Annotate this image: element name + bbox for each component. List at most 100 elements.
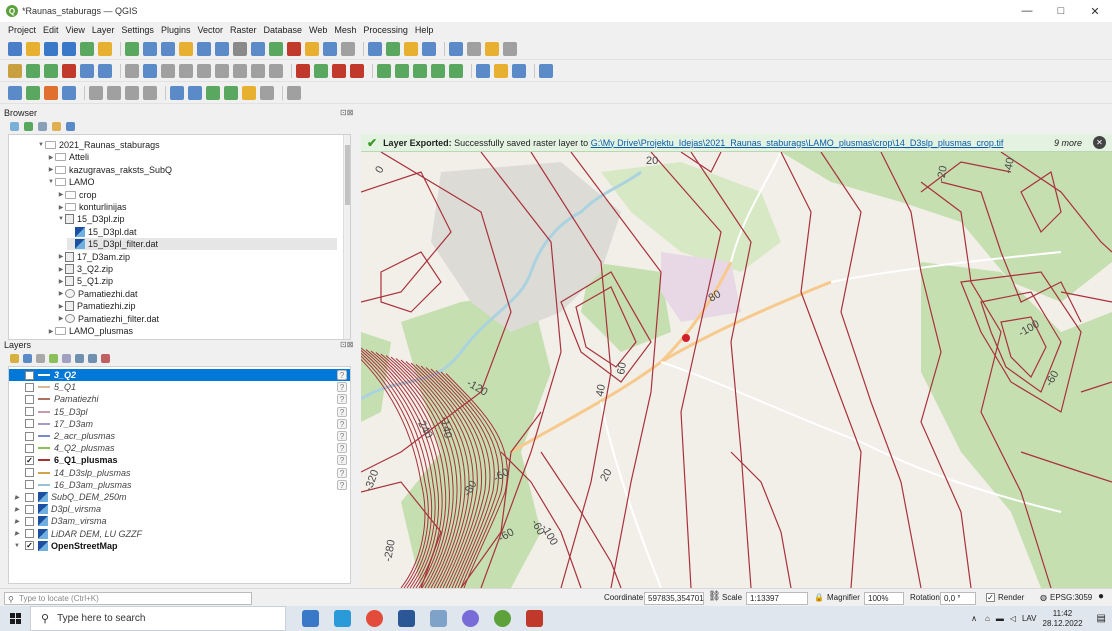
chevron-right-icon[interactable]: ▶ — [13, 518, 21, 525]
browser-item[interactable]: 15_D3pl.dat — [67, 226, 337, 238]
toolbar-tool-icon[interactable] — [413, 63, 427, 78]
locator-input[interactable]: ⚲ Type to locate (Ctrl+K) — [4, 592, 252, 605]
toolbar-tool-icon[interactable] — [62, 41, 76, 56]
browser-item[interactable]: ▼ 2021_Raunas_staburags — [37, 139, 337, 151]
chevron-right-icon[interactable]: ▶ — [47, 166, 55, 173]
chevron-right-icon[interactable]: ▶ — [57, 315, 65, 322]
toolbar-tool-icon[interactable] — [98, 41, 112, 56]
menu-database[interactable]: Database — [264, 25, 303, 35]
chevron-down-icon[interactable]: ▼ — [57, 216, 65, 222]
toolbar-tool-icon[interactable] — [512, 63, 526, 78]
unknown-crs-icon[interactable]: ? — [337, 431, 347, 441]
browser-item[interactable]: ▶ konturlinijas — [57, 201, 337, 213]
menu-raster[interactable]: Raster — [230, 25, 257, 35]
layer-row[interactable]: 17_D3am? — [9, 418, 350, 430]
filter-expression-icon[interactable] — [62, 354, 71, 363]
layer-visibility-checkbox[interactable] — [25, 443, 34, 453]
layer-visibility-checkbox[interactable] — [25, 529, 34, 539]
menu-settings[interactable]: Settings — [121, 25, 154, 35]
chevron-right-icon[interactable]: ▶ — [47, 328, 55, 335]
collapse-all-icon[interactable] — [88, 354, 97, 363]
toolbar-tool-icon[interactable] — [233, 41, 247, 56]
layer-visibility-checkbox[interactable]: ✓ — [25, 455, 34, 465]
toolbar-tool-icon[interactable] — [224, 85, 238, 100]
layer-row[interactable]: 14_D3slp_plusmas? — [9, 467, 350, 479]
layer-row[interactable]: ▶ LiDAR DEM, LU GZZF — [9, 528, 350, 540]
toolbar-tool-icon[interactable] — [251, 41, 265, 56]
collapse-icon[interactable] — [52, 122, 61, 131]
toolbar-tool-icon[interactable] — [26, 41, 40, 56]
extents-toggle-icon[interactable]: ⛓ — [708, 591, 721, 602]
toolbar-tool-icon[interactable] — [8, 85, 22, 100]
lock-icon[interactable]: 🔒 — [814, 593, 824, 602]
notifications-icon[interactable]: ▤ — [1097, 613, 1106, 624]
message-path-link[interactable]: G:\My Drive\Projektu_Idejas\2021_Raunas_… — [591, 138, 1004, 148]
toolbar-tool-icon[interactable] — [350, 63, 364, 78]
browser-item[interactable]: ▶ Pamatiezhi.dat — [57, 288, 337, 300]
filter-icon[interactable] — [38, 122, 47, 131]
browser-item[interactable]: ▶ 17_D3am.zip — [57, 251, 337, 263]
toolbar-tool-icon[interactable] — [503, 41, 517, 56]
tray-chevron-icon[interactable]: ∧ — [971, 614, 977, 623]
layer-visibility-checkbox[interactable] — [25, 394, 34, 404]
crs-button[interactable]: EPSG:3059 — [1050, 593, 1092, 602]
unknown-crs-icon[interactable]: ? — [337, 479, 347, 490]
layer-row[interactable]: 16_D3am_plusmas? — [9, 479, 350, 491]
toolbar-tool-icon[interactable] — [269, 63, 283, 78]
toolbar-tool-icon[interactable] — [215, 63, 229, 78]
toolbar-tool-icon[interactable] — [206, 85, 220, 100]
toolbar-tool-icon[interactable] — [332, 63, 346, 78]
toolbar-tool-icon[interactable] — [314, 63, 328, 78]
toolbar-tool-icon[interactable] — [107, 85, 121, 100]
menu-processing[interactable]: Processing — [363, 25, 408, 35]
filter-legend-icon[interactable] — [49, 354, 58, 363]
layer-row[interactable]: ▼ ✓ OpenStreetMap — [9, 540, 350, 552]
toolbar-tool-icon[interactable] — [170, 85, 184, 100]
toolbar-tool-icon[interactable] — [62, 85, 76, 100]
layer-visibility-checkbox[interactable] — [25, 516, 34, 526]
unknown-crs-icon[interactable]: ? — [337, 382, 347, 393]
browser-item[interactable]: 15_D3pl_filter.dat — [67, 238, 337, 251]
toolbar-tool-icon[interactable] — [197, 41, 211, 56]
toolbar-tool-icon[interactable] — [143, 41, 157, 56]
taskbar-search[interactable]: ⚲ Type here to search — [30, 606, 286, 631]
coordinate-field[interactable]: 597835,354701 — [644, 592, 704, 605]
unknown-crs-icon[interactable]: ? — [337, 370, 347, 380]
unknown-crs-icon[interactable]: ? — [337, 443, 347, 454]
chevron-down-icon[interactable]: ▼ — [37, 142, 45, 148]
scrollbar-thumb[interactable] — [345, 145, 350, 205]
toolbar-tool-icon[interactable] — [179, 41, 193, 56]
toolbar-tool-icon[interactable] — [125, 85, 139, 100]
layer-visibility-checkbox[interactable] — [25, 431, 34, 441]
minimize-button[interactable]: — — [1010, 0, 1044, 22]
toolbar-tool-icon[interactable] — [44, 85, 58, 100]
browser-panel-close-icon[interactable]: ⊡⊠ — [340, 108, 353, 117]
toolbar-tool-icon[interactable] — [98, 63, 112, 78]
chevron-right-icon[interactable]: ▶ — [57, 204, 65, 211]
edge-icon[interactable] — [334, 610, 351, 627]
layer-row[interactable]: 3_Q2? — [9, 369, 350, 381]
toolbar-tool-icon[interactable] — [269, 41, 283, 56]
chevron-right-icon[interactable]: ▶ — [13, 494, 21, 501]
style-manager-icon[interactable] — [10, 354, 19, 363]
toolbar-tool-icon[interactable] — [431, 63, 445, 78]
refresh-icon[interactable] — [24, 122, 33, 131]
toolbar-tool-icon[interactable] — [26, 85, 40, 100]
toolbar-tool-icon[interactable] — [539, 63, 553, 78]
chrome-icon[interactable] — [366, 610, 383, 627]
browser-item[interactable]: ▼ LAMO — [47, 176, 337, 188]
add-group-icon[interactable] — [23, 354, 32, 363]
toolbar-tool-icon[interactable] — [143, 85, 157, 100]
toolbar-tool-icon[interactable] — [44, 63, 58, 78]
toolbar-tool-icon[interactable] — [449, 63, 463, 78]
toolbar-tool-icon[interactable] — [323, 41, 337, 56]
layer-visibility-checkbox[interactable] — [25, 480, 34, 490]
toolbar-tool-icon[interactable] — [287, 85, 301, 100]
layer-visibility-checkbox[interactable] — [25, 382, 34, 392]
message-close-icon[interactable]: ✕ — [1093, 136, 1106, 149]
chevron-right-icon[interactable]: ▶ — [57, 266, 65, 273]
start-button[interactable] — [0, 606, 30, 631]
info-icon[interactable] — [66, 122, 75, 131]
toolbar-tool-icon[interactable] — [125, 63, 139, 78]
layer-visibility-checkbox[interactable] — [25, 407, 34, 417]
